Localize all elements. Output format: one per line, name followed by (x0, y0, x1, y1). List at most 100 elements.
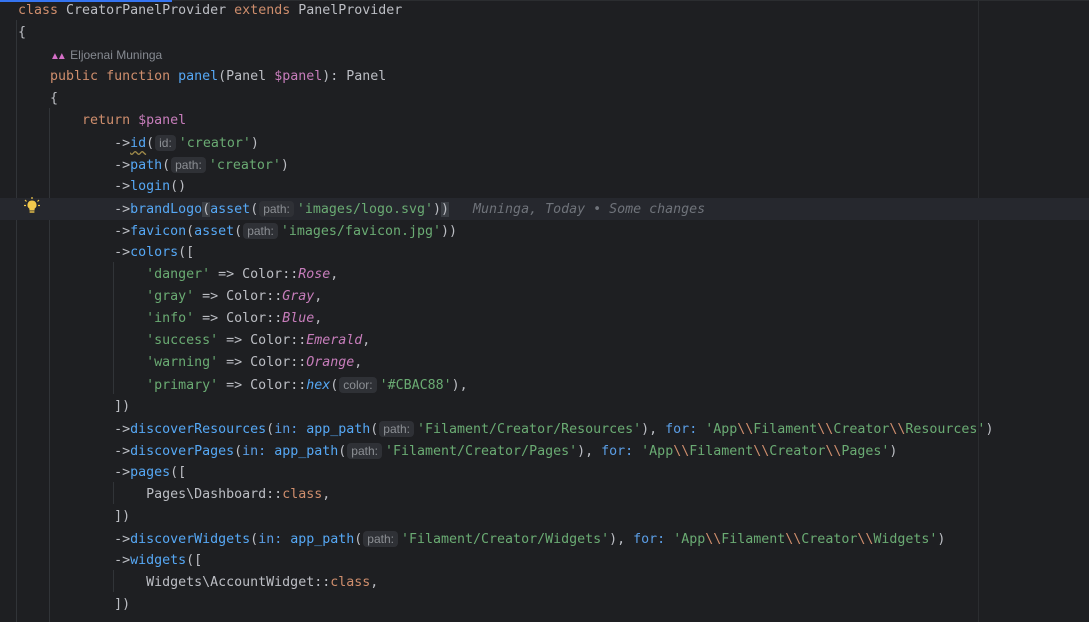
code-line[interactable]: ->discoverPages(in: app_path(path: 'Filam… (18, 440, 1089, 462)
method-name: app_path (274, 444, 339, 459)
string-literal: Filament (721, 532, 786, 547)
method-name: discoverWidgets (130, 532, 251, 547)
code-text: { (18, 91, 59, 106)
code-text: ]) (18, 509, 131, 524)
enum-case: Emerald (306, 333, 363, 348)
code-line[interactable]: class CreatorPanelProvider extends Panel… (18, 0, 1089, 22)
code-line[interactable]: public function panel(Panel $panel): Pan… (18, 66, 1089, 88)
code-line[interactable]: { (18, 88, 1089, 110)
parameter-hint[interactable]: color: (339, 377, 377, 393)
parameter-hint[interactable]: id: (155, 135, 176, 151)
code-text: ]) (18, 399, 131, 414)
code-line[interactable]: ->pages([ (18, 462, 1089, 484)
code-line[interactable]: 'primary' => Color::hex(color: '#CBAC88')… (18, 374, 1089, 396)
code-author-hint[interactable]: ▲▲ Eljoenai Muninga (50, 48, 162, 62)
string-literal: Filament (753, 422, 818, 437)
string-literal: Pages' (841, 444, 890, 459)
code-text: ) (937, 532, 946, 547)
code-text: ), (451, 378, 468, 393)
code-text: => Color:: (218, 378, 307, 393)
string-literal: 'App (673, 532, 706, 547)
code-line[interactable]: 'success' => Color::Emerald, (18, 330, 1089, 352)
lightbulb-icon[interactable] (24, 197, 40, 215)
named-argument: for: (601, 444, 642, 459)
string-literal: 'Filament/Creator/Resources' (416, 422, 642, 437)
escape-sequence: \\ (889, 422, 906, 437)
code-text: , (322, 487, 331, 502)
parameter-hint[interactable]: path: (347, 443, 382, 459)
string-literal: Widgets' (873, 532, 938, 547)
variable: $panel (274, 69, 323, 84)
code-line[interactable]: ->login() (18, 176, 1089, 198)
code-line[interactable]: ->widgets([ (18, 550, 1089, 572)
keyword: public function (50, 69, 179, 84)
code-text: ), (641, 422, 666, 437)
matched-bracket: ( (202, 202, 211, 217)
keyword: return (82, 113, 139, 128)
code-text: ) (889, 444, 898, 459)
code-text: => Color:: (218, 355, 307, 370)
code-text: ( (338, 444, 347, 459)
code-text: , (314, 289, 323, 304)
code-text: Pages\Dashboard:: (18, 487, 283, 502)
code-text: ([ (170, 465, 187, 480)
code-text: () (170, 179, 187, 194)
code-line[interactable]: 'gray' => Color::Gray, (18, 286, 1089, 308)
keyword: class (330, 575, 371, 590)
code-text: ([ (186, 553, 203, 568)
named-argument: in: (274, 422, 307, 437)
parameter-hint[interactable]: path: (363, 531, 398, 547)
code-line[interactable]: ]) (18, 594, 1089, 616)
code-line[interactable]: Widgets\AccountWidget::class, (18, 572, 1089, 594)
method-name: widgets (130, 553, 187, 568)
code-line[interactable]: ->discoverWidgets(in: app_path(path: 'Fil… (18, 528, 1089, 550)
parameter-hint[interactable]: path: (259, 201, 294, 217)
code-text: , (314, 311, 323, 326)
code-line[interactable]: ->id(id:'creator') (18, 132, 1089, 154)
enum-case: Rose (298, 267, 331, 282)
code-text: => Color:: (218, 333, 307, 348)
string-literal: 'App (705, 422, 738, 437)
enum-case: Blue (282, 311, 315, 326)
escape-sequence: \\ (817, 422, 834, 437)
string-literal: 'danger' (146, 267, 211, 282)
string-literal: 'Filament/Creator/Widgets' (400, 532, 610, 547)
static-method-name: hex (306, 378, 331, 393)
code-text: ( (354, 532, 363, 547)
code-text: ) (433, 202, 442, 217)
parameter-hint[interactable]: path: (243, 223, 278, 239)
string-literal: 'images/logo.svg' (296, 202, 433, 217)
code-line-current[interactable]: ->brandLogo(asset(path:'images/logo.svg'… (0, 198, 1089, 220)
code-line[interactable]: ]) (18, 396, 1089, 418)
code-line[interactable]: ]) (18, 506, 1089, 528)
string-literal: Creator (801, 532, 858, 547)
escape-sequence: \\ (673, 444, 690, 459)
code-text: ), (609, 532, 634, 547)
code-text: -> (18, 136, 131, 151)
code-line[interactable]: ->path(path:'creator') (18, 154, 1089, 176)
code-text: ( (186, 224, 195, 239)
code-line[interactable]: 'warning' => Color::Orange, (18, 352, 1089, 374)
parameter-hint[interactable]: path: (171, 157, 206, 173)
code-line[interactable]: 'danger' => Color::Rose, (18, 264, 1089, 286)
code-text: => Color:: (194, 289, 283, 304)
code-line[interactable]: ->colors([ (18, 242, 1089, 264)
inline-blame-annotation[interactable]: Muninga, Today • Some changes (473, 202, 705, 217)
parameter-hint[interactable]: path: (379, 421, 414, 437)
code-line[interactable]: 'info' => Color::Blue, (18, 308, 1089, 330)
code-text: , (330, 267, 339, 282)
code-line[interactable]: return $panel (18, 110, 1089, 132)
code-text: ]) (18, 597, 131, 612)
code-text: -> (18, 553, 131, 568)
code-line[interactable]: ▲▲ Eljoenai Muninga (18, 44, 1089, 66)
string-literal: 'creator' (178, 136, 251, 151)
code-line[interactable]: ->favicon(asset(path:'images/favicon.jpg… (18, 220, 1089, 242)
code-line[interactable]: { (18, 22, 1089, 44)
code-line[interactable]: ->discoverResources(in: app_path(path: 'F… (18, 418, 1089, 440)
string-literal: 'images/favicon.jpg' (280, 224, 441, 239)
code-editor[interactable]: class CreatorPanelProvider extends Panel… (0, 0, 1089, 616)
code-text: , (354, 355, 363, 370)
code-line[interactable]: Pages\Dashboard::class, (18, 484, 1089, 506)
code-text: PanelProvider (298, 3, 403, 18)
